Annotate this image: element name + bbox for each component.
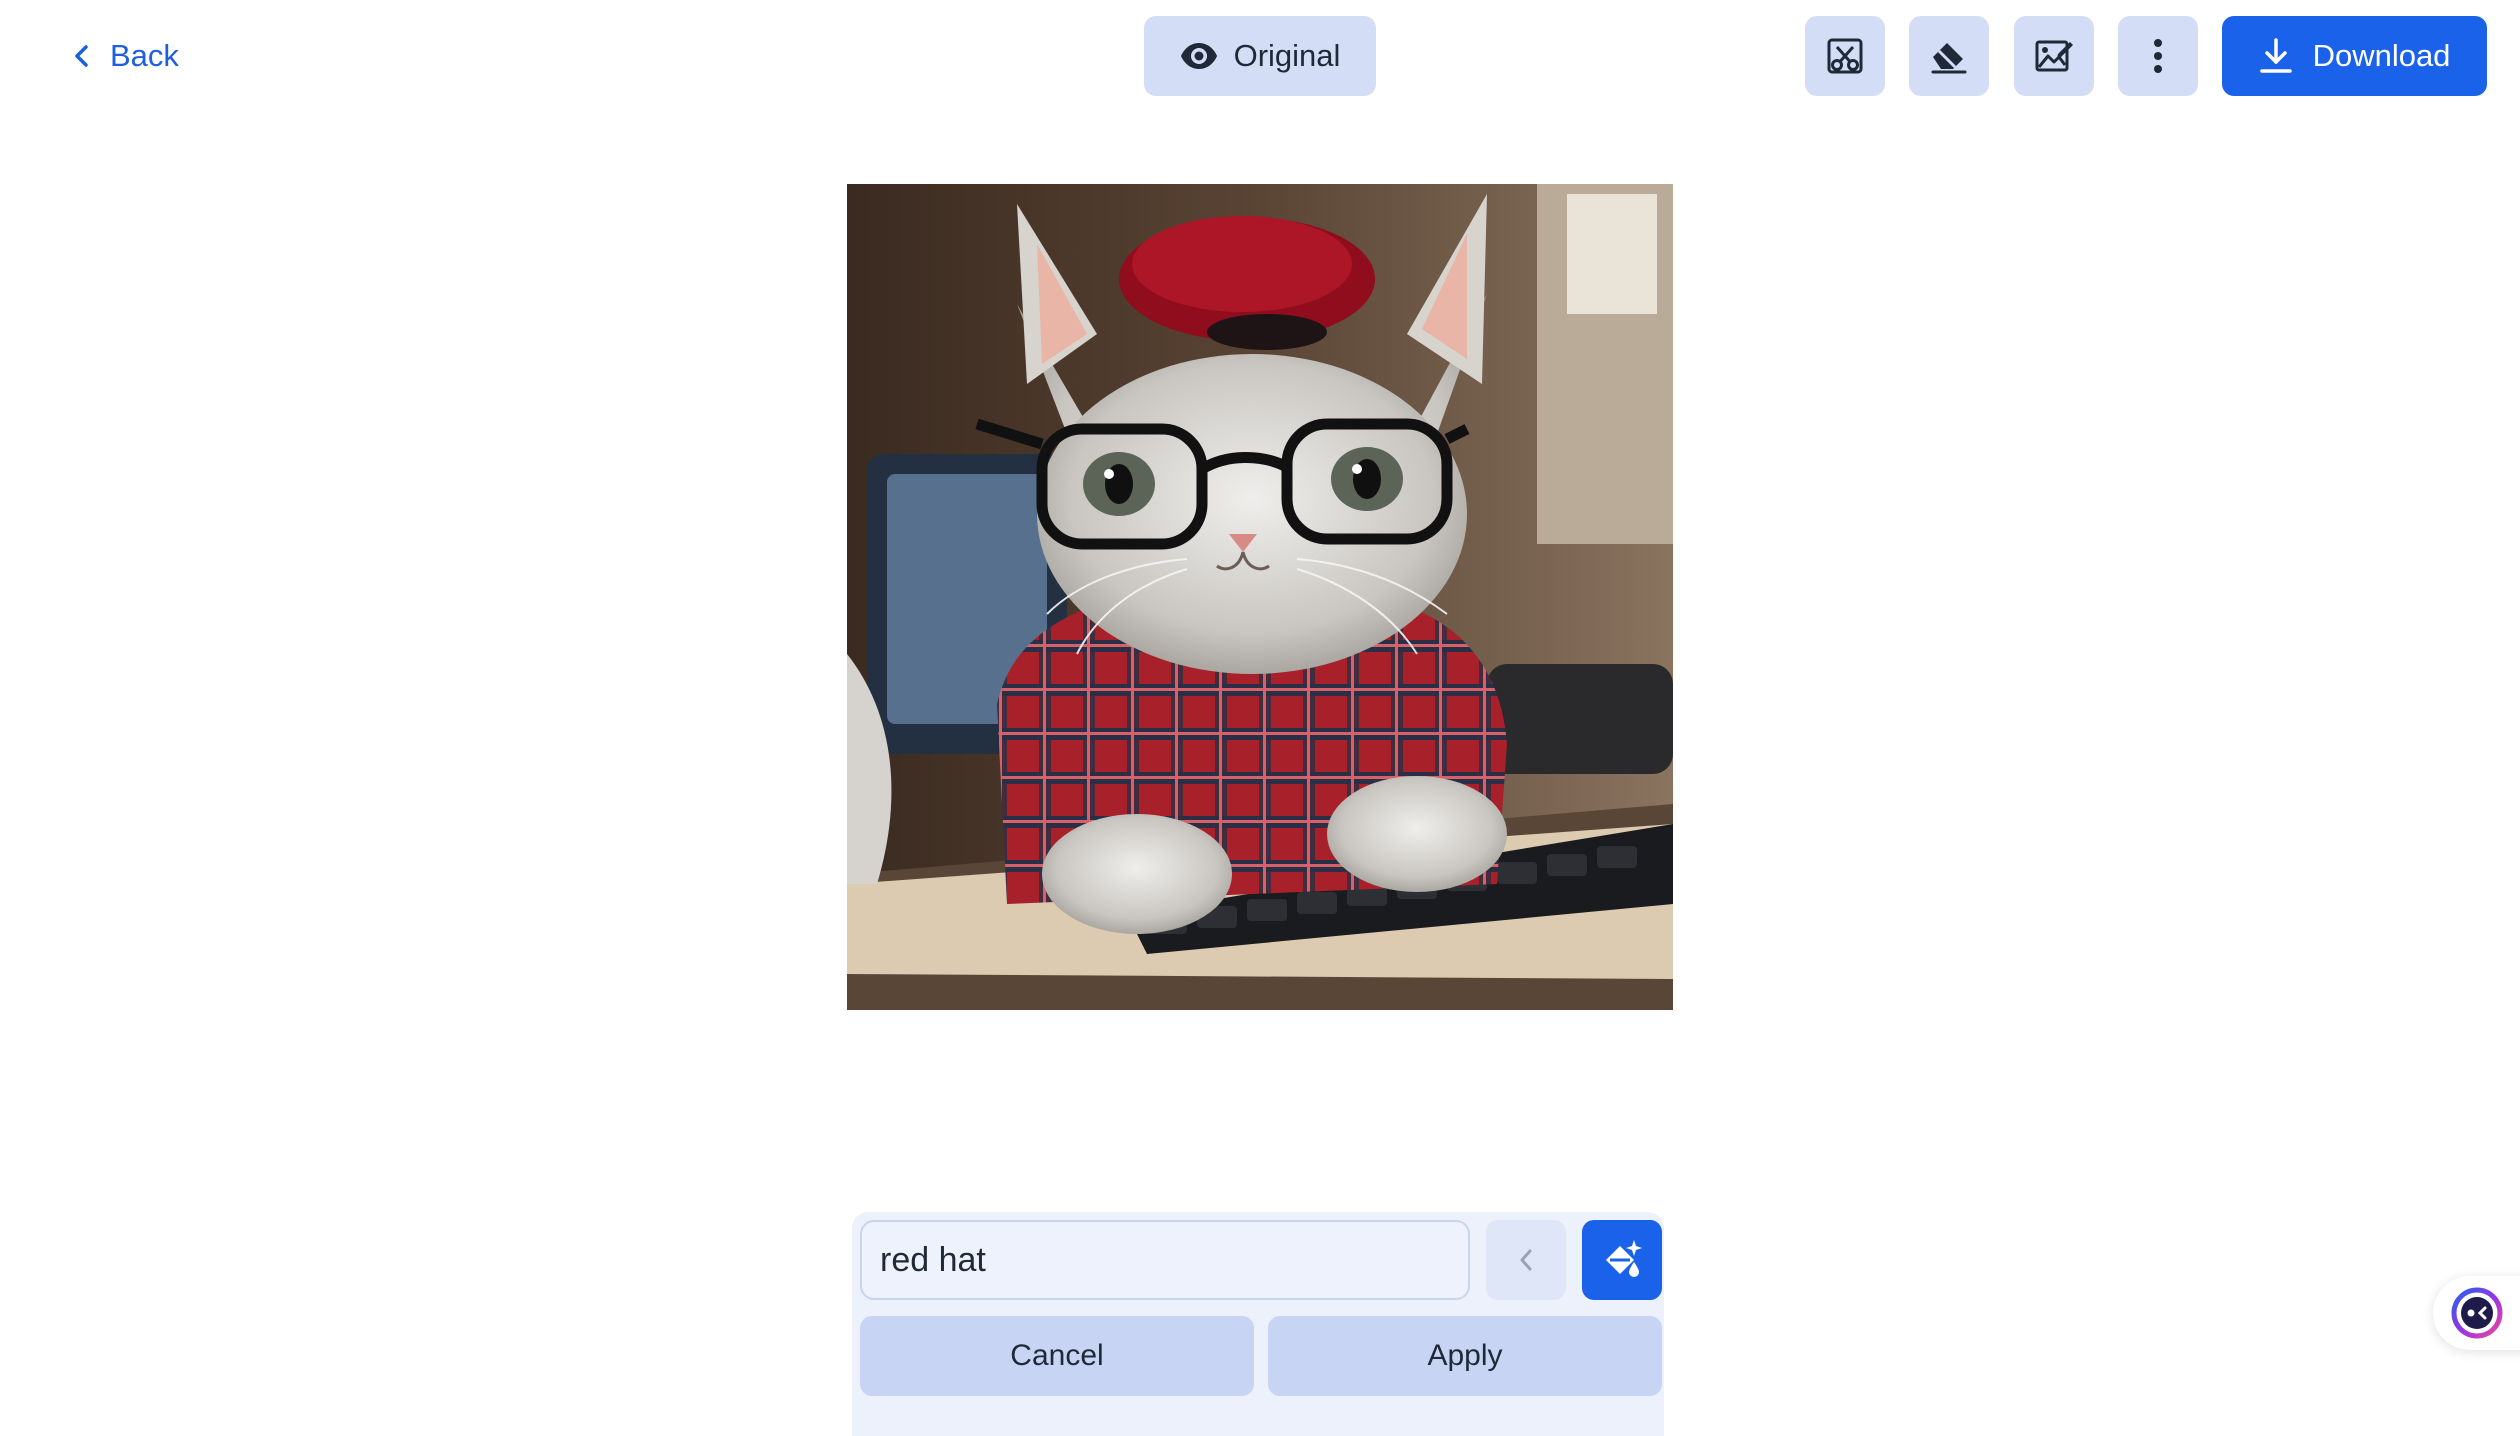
original-label: Original [1233, 38, 1341, 73]
back-label: Back [110, 38, 179, 73]
cancel-label: Cancel [1010, 1339, 1104, 1372]
eraser-button[interactable] [1909, 16, 1989, 96]
assistant-launcher[interactable] [2433, 1276, 2520, 1350]
edit-image-icon [2035, 40, 2073, 72]
cancel-button[interactable]: Cancel [860, 1316, 1254, 1396]
more-options-button[interactable] [2118, 16, 2198, 96]
crop-icon [1827, 38, 1863, 74]
eraser-icon [1931, 43, 1967, 74]
chevron-left-icon [1520, 1249, 1532, 1271]
download-label: Download [2312, 38, 2451, 73]
generated-image [847, 184, 1673, 1010]
edit-image-button[interactable] [2014, 16, 2094, 96]
more-vertical-icon [2154, 39, 2162, 73]
assistant-icon [2451, 1287, 2503, 1339]
apply-label: Apply [1427, 1339, 1503, 1372]
eye-icon [1180, 43, 1217, 69]
back-link[interactable]: Back [72, 36, 179, 76]
previous-prompt-button[interactable] [1486, 1220, 1566, 1300]
original-button[interactable]: Original [1144, 16, 1376, 96]
apply-button[interactable]: Apply [1268, 1316, 1662, 1396]
generate-button[interactable] [1582, 1220, 1662, 1300]
prompt-input[interactable] [860, 1220, 1470, 1300]
prompt-panel: Cancel Apply [852, 1212, 1664, 1436]
magic-fill-icon [1606, 1240, 1642, 1277]
download-icon [2259, 38, 2292, 73]
download-button[interactable]: Download [2222, 16, 2487, 96]
crop-button[interactable] [1805, 16, 1885, 96]
chevron-left-icon [75, 45, 88, 67]
